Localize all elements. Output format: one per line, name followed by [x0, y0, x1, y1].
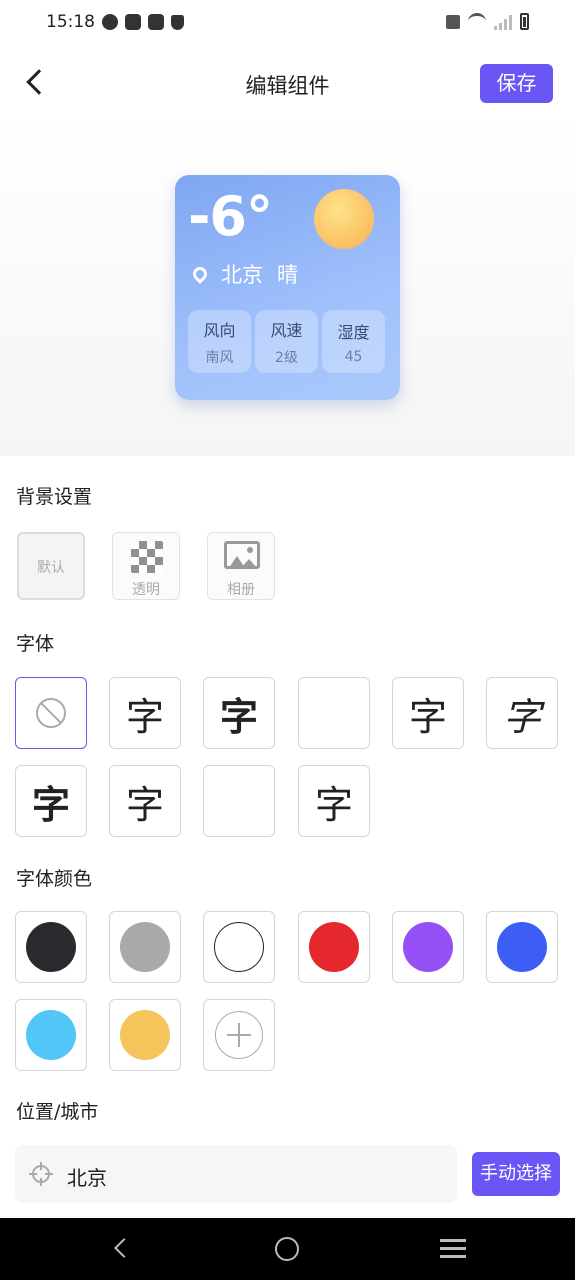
font-sample: 字 [502, 694, 541, 739]
tile-label: 风速 [270, 320, 303, 340]
header: 编辑组件 保存 [0, 56, 575, 112]
color-option-black[interactable] [15, 911, 87, 983]
font-title: 字体 [16, 633, 55, 655]
city-field[interactable]: 北京 [15, 1145, 457, 1203]
wifi-icon [468, 13, 486, 30]
font-option-2[interactable]: 字 [203, 677, 275, 749]
city-value: 北京 [67, 1166, 107, 1190]
font-option-6[interactable]: 字 [15, 765, 87, 837]
tile-label: 湿度 [337, 322, 370, 342]
widget-location: 北京 晴 [190, 259, 298, 289]
font-option-3[interactable] [298, 677, 370, 749]
color-option-blue[interactable] [486, 911, 558, 983]
widget-tile-wind-direction: 风向 南风 [188, 310, 251, 373]
font-sample: 字 [125, 694, 164, 739]
weather-widget-preview: -6° 北京 晴 风向 南风 风速 2级 湿度 45 [175, 175, 400, 400]
sun-icon [314, 189, 374, 249]
font-option-none[interactable] [15, 677, 87, 749]
font-option-9[interactable]: 字 [298, 765, 370, 837]
widget-temperature: -6° [188, 185, 273, 248]
location-pin-icon [190, 264, 210, 284]
nav-menu-icon[interactable] [440, 1239, 466, 1259]
save-button[interactable]: 保存 [480, 64, 553, 103]
color-swatch [26, 922, 76, 972]
system-icons [446, 13, 529, 30]
manual-select-button[interactable]: 手动选择 [472, 1152, 560, 1196]
font-option-7[interactable]: 字 [109, 765, 181, 837]
vibrate-icon [446, 14, 460, 29]
color-option-gray[interactable] [109, 911, 181, 983]
background-option-album[interactable]: 相册 [207, 532, 275, 600]
color-swatch [309, 922, 359, 972]
color-option-sky-blue[interactable] [15, 999, 87, 1071]
widget-city: 北京 [221, 263, 263, 287]
color-swatch [120, 922, 170, 972]
speedometer-icon [102, 14, 118, 30]
background-option-label: 透明 [132, 582, 160, 598]
color-swatch [214, 922, 264, 972]
color-option-purple[interactable] [392, 911, 464, 983]
tile-value: 南风 [205, 349, 234, 366]
tile-value: 2级 [275, 349, 298, 366]
font-sample: 字 [125, 784, 164, 827]
font-option-5[interactable]: 字 [486, 677, 558, 749]
background-settings-title: 背景设置 [16, 486, 93, 508]
color-option-yellow[interactable] [109, 999, 181, 1071]
notification-icons [102, 14, 184, 30]
status-bar: 15:18 [0, 0, 575, 46]
color-option-add[interactable] [203, 999, 275, 1071]
font-sample: 字 [31, 782, 70, 827]
font-sample: 字 [314, 782, 353, 827]
tile-label: 风向 [203, 320, 236, 340]
color-swatch [497, 922, 547, 972]
locate-icon [29, 1162, 53, 1186]
background-option-transparent[interactable]: 透明 [112, 532, 180, 600]
image-icon [224, 541, 260, 569]
widget-tiles: 风向 南风 风速 2级 湿度 45 [188, 310, 385, 373]
font-option-1[interactable]: 字 [109, 677, 181, 749]
shield-icon [171, 15, 184, 30]
color-option-white[interactable] [203, 911, 275, 983]
checkerboard-icon [131, 541, 163, 573]
widget-tile-humidity: 湿度 45 [322, 310, 385, 373]
font-sample: 字 [408, 696, 447, 739]
navigation-bar [0, 1218, 575, 1280]
location-title: 位置/城市 [16, 1101, 99, 1123]
background-option-label: 相册 [227, 582, 255, 598]
tile-value: 45 [344, 348, 363, 365]
font-option-4[interactable]: 字 [392, 677, 464, 749]
widget-tile-wind-speed: 风速 2级 [255, 310, 318, 373]
nav-back-icon[interactable] [113, 1239, 131, 1257]
widget-preview-area: -6° 北京 晴 风向 南风 风速 2级 湿度 45 [0, 112, 575, 456]
background-option-default[interactable]: 默认 [17, 532, 85, 600]
color-option-red[interactable] [298, 911, 370, 983]
font-sample: 字 [219, 694, 258, 739]
shopping-bag-icon [125, 14, 141, 30]
shopping-bag-icon-2 [148, 14, 164, 30]
font-option-8[interactable] [203, 765, 275, 837]
widget-weather: 晴 [277, 263, 298, 287]
signal-icon [494, 14, 512, 30]
status-time: 15:18 [46, 12, 95, 32]
ban-icon [36, 698, 66, 728]
background-option-label: 默认 [37, 560, 65, 576]
color-swatch [120, 1010, 170, 1060]
font-color-title: 字体颜色 [16, 868, 93, 890]
nav-home-icon[interactable] [275, 1237, 299, 1261]
plus-icon [215, 1011, 263, 1059]
color-swatch [403, 922, 453, 972]
battery-icon [520, 13, 529, 30]
color-swatch [26, 1010, 76, 1060]
